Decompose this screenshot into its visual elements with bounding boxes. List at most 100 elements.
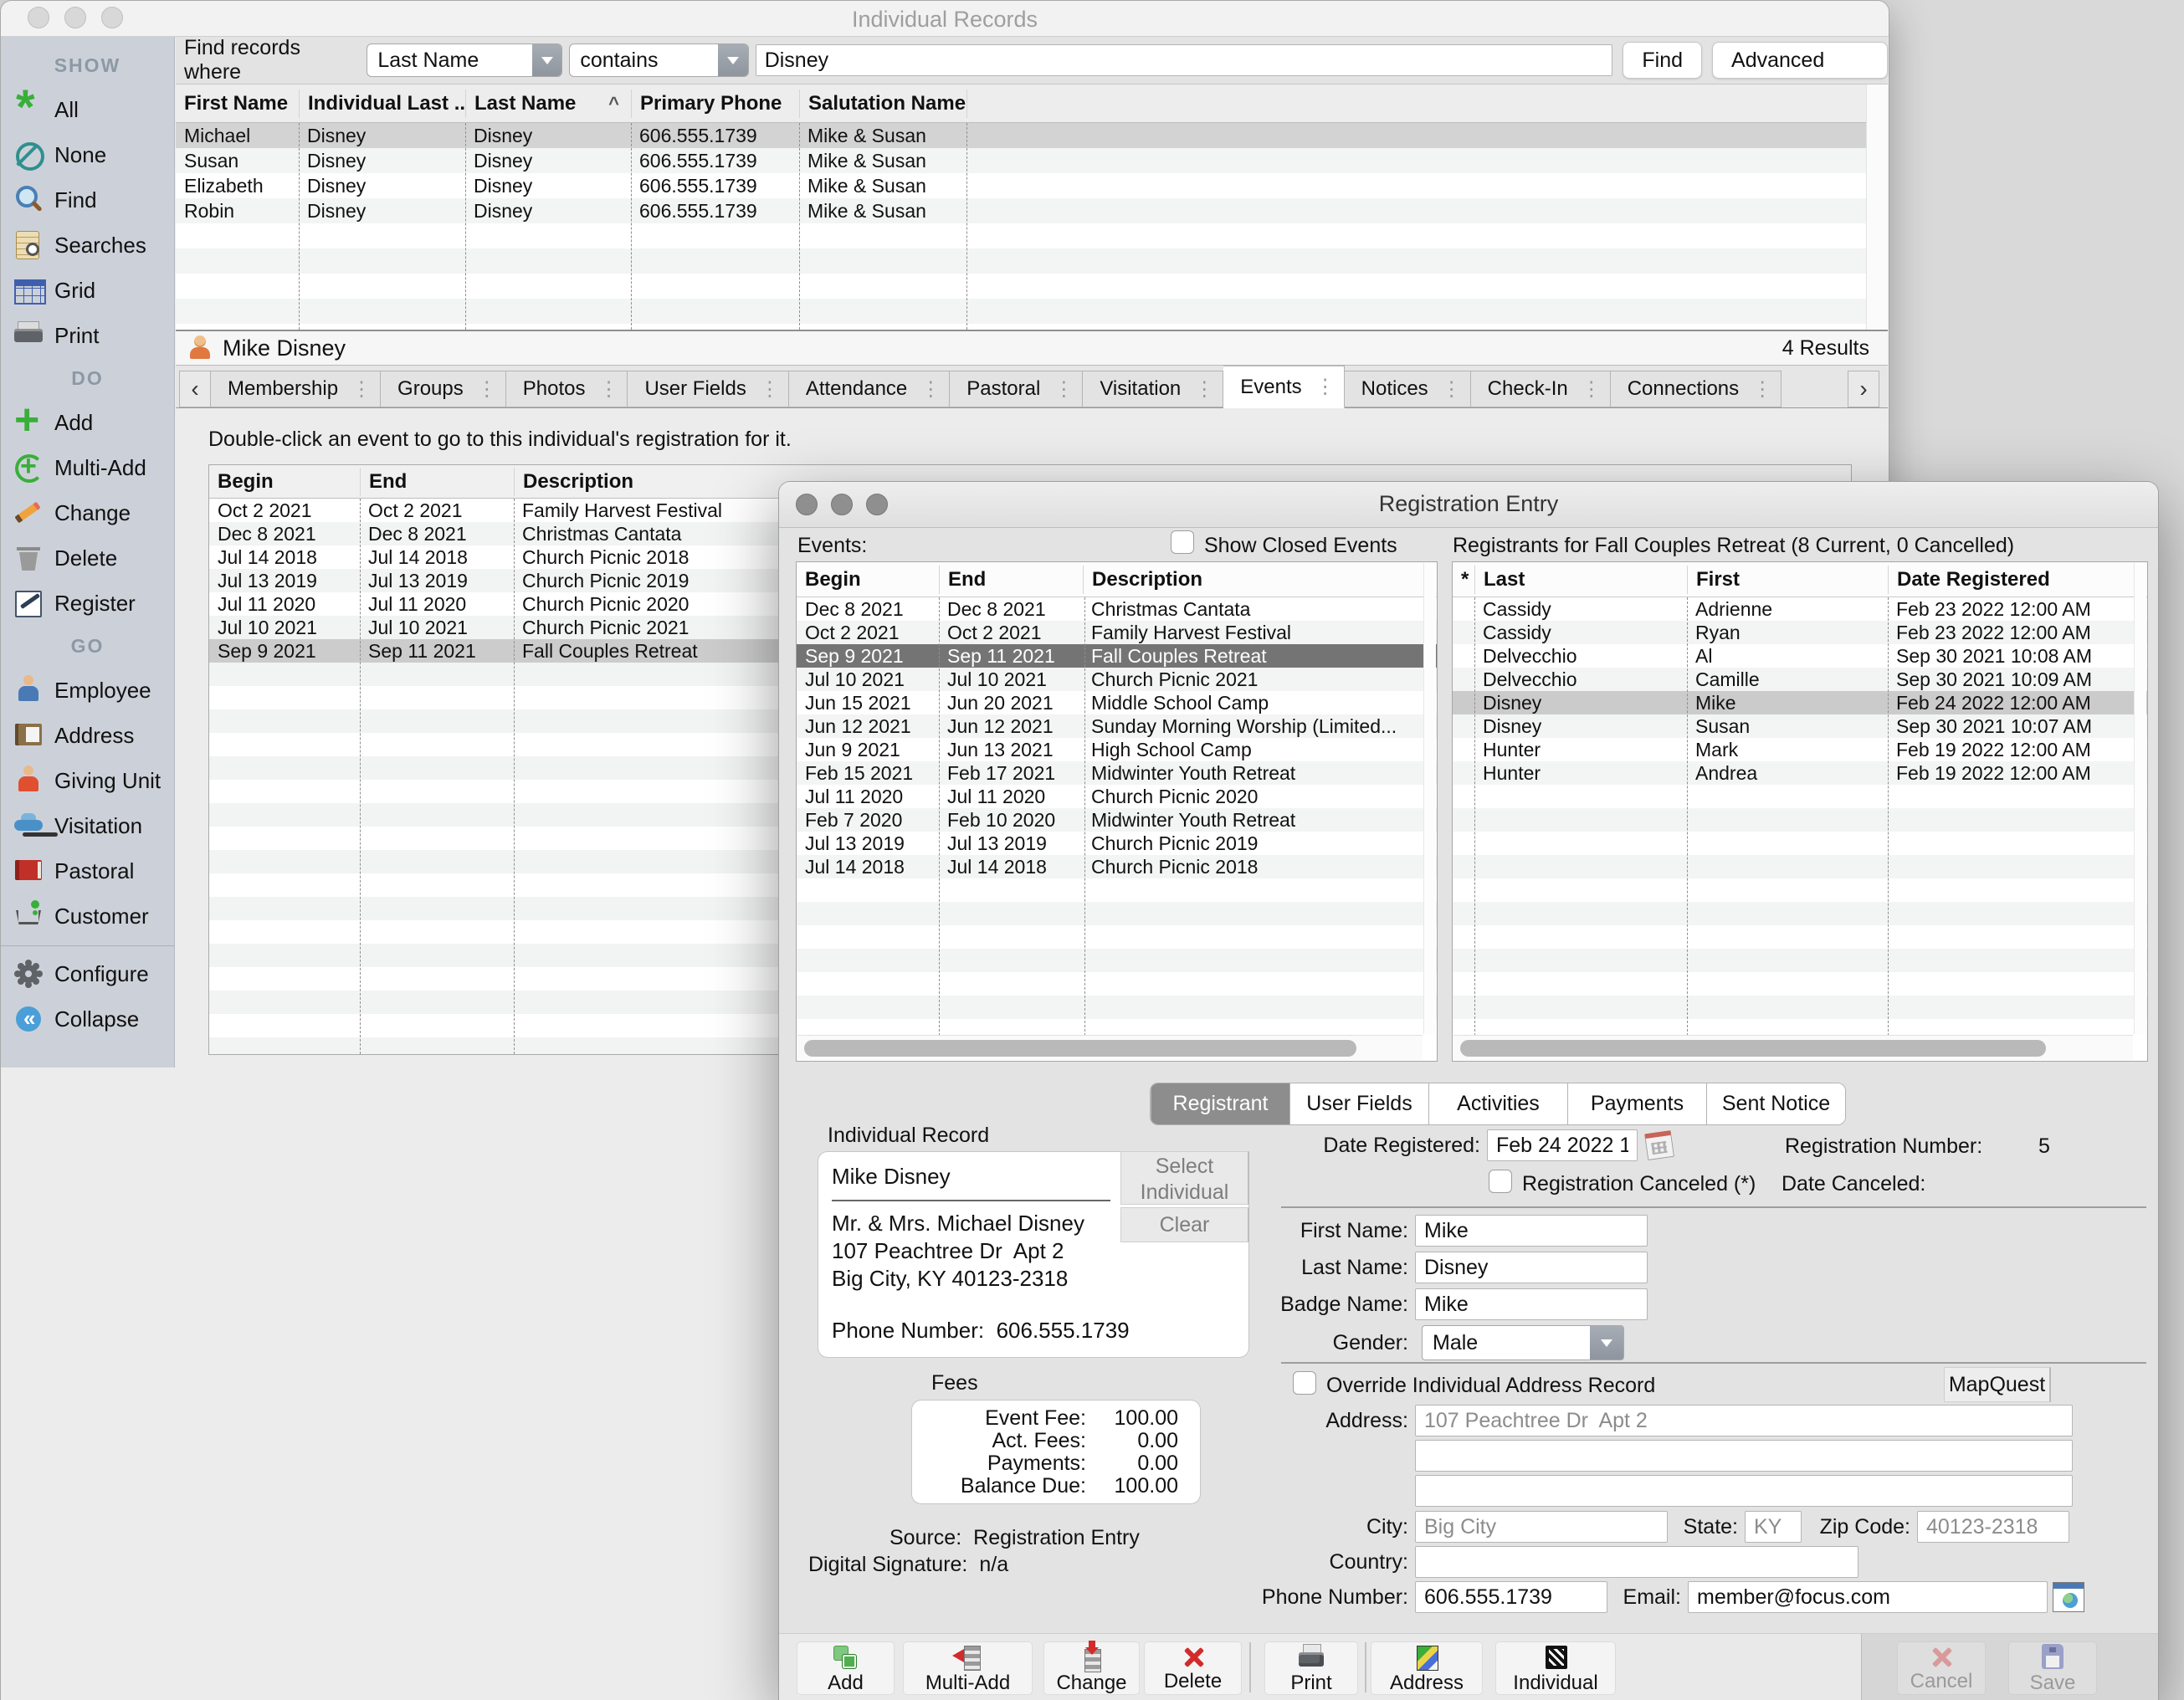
scrollbar[interactable]	[1423, 563, 1436, 1034]
tabs-scroll-right-icon[interactable]: ›	[1848, 371, 1879, 407]
tab[interactable]: User Fields ⋮	[628, 371, 788, 407]
email-icon[interactable]	[2053, 1582, 2084, 1612]
sidebar-item[interactable]: Print	[1, 313, 174, 358]
individual-button[interactable]: Individual	[1495, 1641, 1616, 1695]
table-row[interactable]: Jul 10 2021 Jul 10 2021 Church Picnic 20…	[797, 668, 1437, 691]
tab[interactable]: Connections ⋮	[1611, 371, 1782, 407]
sidebar-item[interactable]: Grid	[1, 268, 174, 313]
table-row[interactable]: Delvecchio Camille Sep 30 2021 10:09 AM	[1453, 668, 2147, 691]
date-registered-input[interactable]	[1487, 1129, 1638, 1161]
column-header[interactable]: First	[1687, 566, 1888, 594]
gender-select[interactable]: Male	[1422, 1325, 1624, 1360]
tab[interactable]: Events ⋮	[1223, 366, 1344, 408]
select-individual-button[interactable]: Select Individual	[1120, 1151, 1249, 1205]
tab[interactable]: Sent Notice	[1706, 1083, 1845, 1124]
table-row[interactable]: Elizabeth Disney Disney 606.555.1739 Mik…	[176, 173, 1888, 198]
change-button[interactable]: Change	[1043, 1641, 1140, 1695]
address-button[interactable]: Address	[1371, 1641, 1483, 1695]
city-input[interactable]	[1415, 1511, 1668, 1543]
address-line2-input[interactable]	[1415, 1440, 2073, 1472]
sidebar-item-configure[interactable]: Configure	[1, 951, 174, 996]
delete-button[interactable]: Delete	[1144, 1641, 1242, 1695]
print-button[interactable]: Print	[1264, 1641, 1358, 1695]
column-header[interactable]: *	[1453, 566, 1474, 594]
sidebar-item[interactable]: All	[1, 87, 174, 132]
tab[interactable]: Photos ⋮	[506, 371, 628, 407]
first-name-input[interactable]	[1415, 1215, 1648, 1247]
sidebar-item[interactable]: Address	[1, 713, 174, 758]
calendar-icon[interactable]	[1644, 1130, 1674, 1160]
scrollbar-thumb[interactable]	[804, 1040, 1356, 1057]
table-row[interactable]: Delvecchio Al Sep 30 2021 10:08 AM	[1453, 644, 2147, 668]
horizontal-scrollbar[interactable]	[1453, 1035, 2133, 1060]
sidebar-item[interactable]: Add	[1, 400, 174, 445]
table-row[interactable]: Cassidy Ryan Feb 23 2022 12:00 AM	[1453, 621, 2147, 644]
zip-input[interactable]	[1917, 1511, 2069, 1543]
table-row[interactable]: Jul 14 2018 Jul 14 2018 Church Picnic 20…	[797, 855, 1437, 878]
table-row[interactable]: Michael Disney Disney 606.555.1739 Mike …	[176, 123, 1888, 148]
table-row[interactable]: Oct 2 2021 Oct 2 2021 Family Harvest Fes…	[797, 621, 1437, 644]
sidebar-item[interactable]: Pastoral	[1, 848, 174, 894]
table-row[interactable]: Disney Susan Sep 30 2021 10:07 AM	[1453, 714, 2147, 738]
last-name-input[interactable]	[1415, 1252, 1648, 1283]
sidebar-item[interactable]: Visitation	[1, 803, 174, 848]
column-header[interactable]: End	[360, 468, 514, 496]
field-select[interactable]: Last Name	[367, 44, 562, 77]
sidebar-item[interactable]: Register	[1, 581, 174, 626]
table-row[interactable]: Robin Disney Disney 606.555.1739 Mike & …	[176, 198, 1888, 223]
tab[interactable]: Notices ⋮	[1345, 371, 1471, 407]
tab[interactable]: Pastoral ⋮	[950, 371, 1083, 407]
column-header[interactable]: Begin	[209, 468, 360, 496]
table-row[interactable]: Susan Disney Disney 606.555.1739 Mike & …	[176, 148, 1888, 173]
sidebar-item[interactable]: Employee	[1, 668, 174, 713]
tab[interactable]: Check-In ⋮	[1471, 371, 1611, 407]
scrollbar[interactable]	[1866, 84, 1888, 330]
table-row[interactable]: Jun 9 2021 Jun 13 2021 High School Camp	[797, 738, 1437, 761]
table-row[interactable]: Jun 15 2021 Jun 20 2021 Middle School Ca…	[797, 691, 1437, 714]
operator-select[interactable]: contains	[569, 44, 748, 77]
sidebar-item[interactable]: Searches	[1, 223, 174, 268]
horizontal-scrollbar[interactable]	[797, 1035, 1423, 1060]
tab[interactable]: Activities	[1428, 1083, 1567, 1124]
state-input[interactable]	[1745, 1511, 1802, 1543]
column-header[interactable]: Last	[1474, 566, 1687, 594]
sidebar-item[interactable]: Find	[1, 177, 174, 223]
column-header[interactable]: End	[939, 566, 1083, 594]
mapquest-button[interactable]: MapQuest	[1944, 1367, 2051, 1402]
table-row[interactable]: Hunter Andrea Feb 19 2022 12:00 AM	[1453, 761, 2147, 785]
tab[interactable]: Visitation ⋮	[1083, 371, 1223, 407]
cancel-button[interactable]: Cancel	[1897, 1641, 1986, 1695]
scrollbar-thumb[interactable]	[1460, 1040, 2046, 1057]
sidebar-item[interactable]: None	[1, 132, 174, 177]
table-row[interactable]: Hunter Mark Feb 19 2022 12:00 AM	[1453, 738, 2147, 761]
sidebar-item[interactable]: Giving Unit	[1, 758, 174, 803]
column-header[interactable]: Primary Phone	[631, 90, 799, 118]
table-row[interactable]: Sep 9 2021 Sep 11 2021 Fall Couples Retr…	[797, 644, 1437, 668]
clear-button[interactable]: Clear	[1120, 1207, 1249, 1242]
advanced-find-button[interactable]: Advanced Find	[1712, 42, 1888, 79]
search-input[interactable]	[756, 44, 1613, 76]
tabs-scroll-left-icon[interactable]: ‹	[179, 371, 211, 407]
tab[interactable]: Payments	[1567, 1083, 1706, 1124]
show-closed-events-checkbox[interactable]	[1171, 530, 1194, 554]
tab[interactable]: Groups ⋮	[381, 371, 506, 407]
column-header[interactable]: Individual Last ...	[299, 90, 465, 118]
phone-number-input[interactable]	[1415, 1581, 1607, 1613]
badge-name-input[interactable]	[1415, 1288, 1648, 1320]
column-header[interactable]: Date Registered	[1888, 566, 2147, 594]
country-input[interactable]	[1415, 1546, 1858, 1578]
table-row[interactable]: Dec 8 2021 Dec 8 2021 Christmas Cantata	[797, 597, 1437, 621]
tab[interactable]: Membership ⋮	[211, 371, 381, 407]
table-row[interactable]: Jul 11 2020 Jul 11 2020 Church Picnic 20…	[797, 785, 1437, 808]
address-line1-input[interactable]	[1415, 1405, 2073, 1436]
find-button[interactable]: Find	[1623, 42, 1702, 79]
column-header[interactable]: Salutation Name	[799, 90, 966, 118]
table-row[interactable]: Jul 13 2019 Jul 13 2019 Church Picnic 20…	[797, 832, 1437, 855]
registration-canceled-checkbox[interactable]	[1489, 1170, 1512, 1193]
override-address-checkbox[interactable]	[1293, 1371, 1316, 1395]
column-header-sorted[interactable]: Last Name^	[465, 90, 631, 118]
address-line3-input[interactable]	[1415, 1475, 2073, 1507]
tab[interactable]: Registrant	[1151, 1083, 1289, 1124]
tab[interactable]: Attendance ⋮	[789, 371, 950, 407]
multi-add-button[interactable]: Multi-Add	[903, 1641, 1033, 1695]
